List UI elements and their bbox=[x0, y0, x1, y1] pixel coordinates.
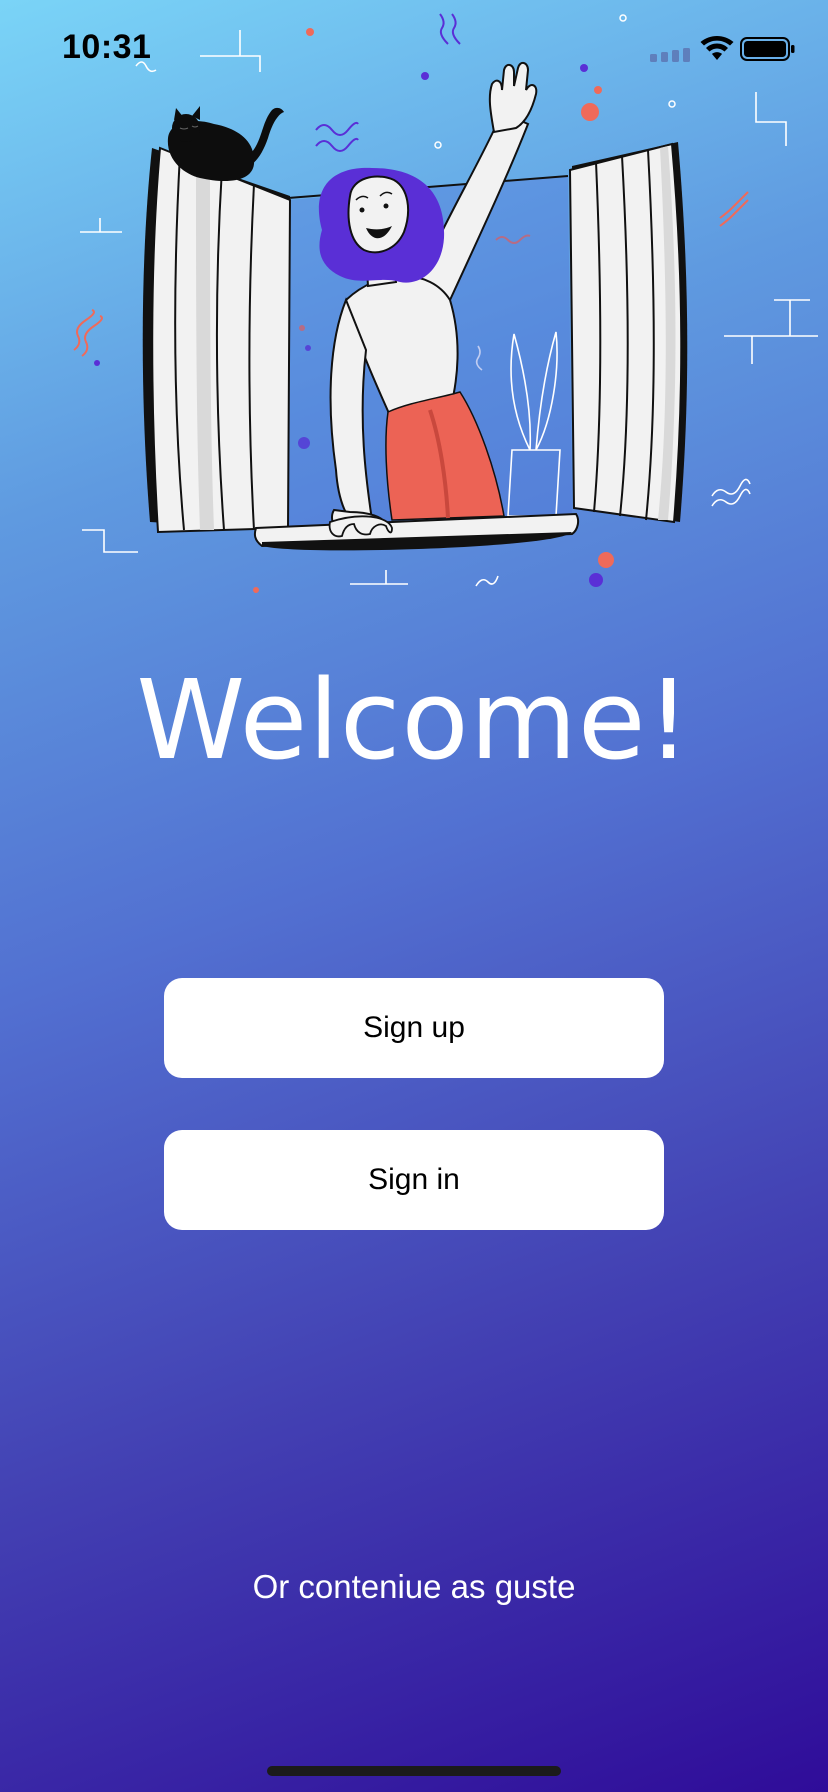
sign-in-button[interactable]: Sign in bbox=[164, 1130, 664, 1230]
left-shutter bbox=[142, 146, 292, 534]
right-shutter bbox=[568, 142, 688, 524]
battery-icon bbox=[740, 37, 795, 61]
status-bar: 10:31 bbox=[0, 0, 828, 100]
home-indicator[interactable] bbox=[267, 1766, 561, 1776]
sign-up-button[interactable]: Sign up bbox=[164, 978, 664, 1078]
welcome-screen: 10:31 Welcome! Sign up Sign in Or conten… bbox=[0, 0, 828, 1792]
continue-as-guest-link[interactable]: Or conteniue as guste bbox=[0, 1568, 828, 1606]
wifi-icon bbox=[700, 36, 734, 60]
cat bbox=[167, 106, 284, 182]
welcome-title: Welcome! bbox=[136, 656, 692, 784]
signal-icon bbox=[650, 48, 690, 62]
status-time: 10:31 bbox=[62, 28, 152, 66]
